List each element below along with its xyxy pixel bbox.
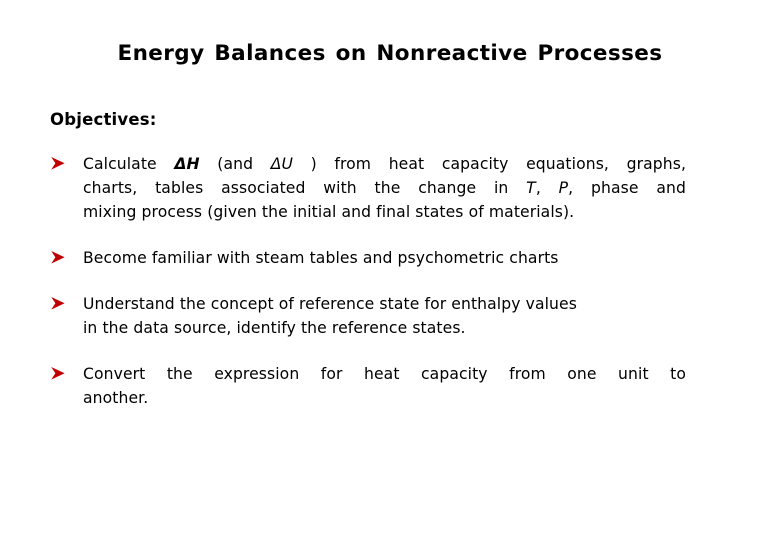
math-symbol: ΔU (270, 155, 293, 173)
objectives-bullet-list: Calculate ΔH (and ΔU ) from heat capacit… (50, 152, 686, 410)
math-symbol: P (558, 179, 569, 197)
text-run: ) from heat capacity equations, graphs, (293, 155, 687, 173)
red-arrow-bullet-icon (50, 156, 70, 174)
red-arrow-bullet-icon (50, 296, 70, 314)
bullet-line: Convert the expression for heat capacity… (83, 362, 686, 386)
text-run: Convert the expression for heat capacity… (83, 365, 686, 383)
page-title: Energy Balances on Nonreactive Processes (117, 41, 663, 66)
bullet-line: Calculate ΔH (and ΔU ) from heat capacit… (83, 152, 686, 176)
bullet-text: Calculate ΔH (and ΔU ) from heat capacit… (83, 152, 686, 224)
text-run: Understand the concept of reference stat… (83, 295, 577, 313)
math-symbol: ΔH (174, 155, 200, 173)
text-run: , (535, 179, 559, 197)
text-run: Calculate (83, 155, 175, 173)
text-run: mixing process (given the initial and fi… (83, 203, 575, 221)
text-run: (and (199, 155, 271, 173)
math-symbol: T (526, 179, 536, 197)
slide-canvas: Energy Balances on Nonreactive Processes… (0, 0, 780, 540)
bullet-line: in the data source, identify the referen… (83, 316, 686, 340)
bullet-text: Convert the expression for heat capacity… (83, 362, 686, 410)
bullet-line: another. (83, 386, 686, 410)
bullet-steam-tables: Become familiar with steam tables and ps… (50, 246, 686, 270)
text-run: another. (83, 389, 149, 407)
red-arrow-bullet-icon (50, 366, 70, 384)
text-run: , phase and (568, 179, 686, 197)
text-run: in the data source, identify the referen… (83, 319, 466, 337)
bullet-text: Understand the concept of reference stat… (83, 292, 686, 340)
bullet-line: Become familiar with steam tables and ps… (83, 246, 686, 270)
text-run: charts, tables associated with the chang… (83, 179, 527, 197)
bullet-unit-conversion: Convert the expression for heat capacity… (50, 362, 686, 410)
text-run: Become familiar with steam tables and ps… (83, 249, 559, 267)
bullet-calculate-enthalpy: Calculate ΔH (and ΔU ) from heat capacit… (50, 152, 686, 224)
bullet-line: mixing process (given the initial and fi… (83, 200, 686, 224)
bullet-reference-state: Understand the concept of reference stat… (50, 292, 686, 340)
bullet-line: Understand the concept of reference stat… (83, 292, 686, 316)
bullet-text: Become familiar with steam tables and ps… (83, 246, 686, 270)
bullet-line: charts, tables associated with the chang… (83, 176, 686, 200)
objectives-heading: Objectives: (50, 110, 157, 129)
red-arrow-bullet-icon (50, 250, 70, 268)
